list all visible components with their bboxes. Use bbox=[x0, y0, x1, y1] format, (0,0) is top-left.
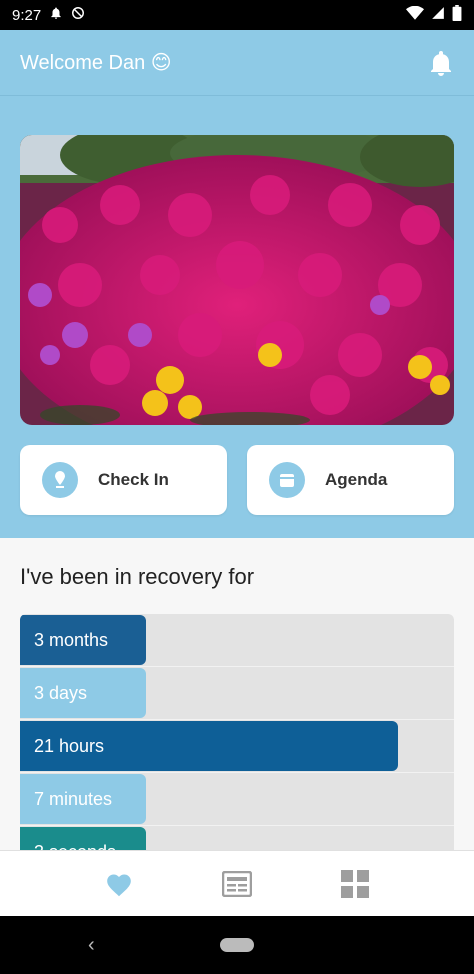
home-pill[interactable] bbox=[220, 938, 254, 952]
agenda-label: Agenda bbox=[325, 470, 388, 489]
system-nav-bar: ‹ bbox=[0, 916, 474, 974]
recovery-bar-row: 7 minutes bbox=[20, 773, 454, 826]
check-in-label: Check In bbox=[98, 470, 169, 489]
bell-icon[interactable] bbox=[428, 50, 454, 76]
recovery-bar-row: 3 days bbox=[20, 667, 454, 720]
signal-icon bbox=[430, 6, 446, 24]
recovery-bar-label: 3 days bbox=[34, 683, 88, 703]
wifi-icon bbox=[406, 5, 424, 24]
calendar-icon bbox=[269, 462, 305, 498]
nav-grid-icon[interactable] bbox=[335, 864, 375, 904]
recovery-bar-label: 7 minutes bbox=[34, 789, 113, 809]
notification-icon bbox=[49, 6, 63, 24]
nav-heart-icon[interactable] bbox=[99, 864, 139, 904]
recovery-bars: 3 months 3 days 21 hours 7 minutes 3 seconds bbox=[20, 614, 454, 850]
status-time: 9:27 bbox=[12, 6, 42, 24]
recovery-bar-row: 3 months bbox=[20, 614, 454, 667]
nav-news-icon[interactable] bbox=[217, 864, 257, 904]
welcome-text: Welcome Dan 😊 bbox=[20, 52, 172, 74]
top-area: Welcome Dan 😊 Check In Agenda bbox=[0, 30, 474, 538]
back-icon[interactable]: ‹ bbox=[88, 934, 95, 957]
recovery-bar-label: 21 hours bbox=[34, 736, 105, 756]
recovery-bar-row: 3 seconds bbox=[20, 826, 454, 850]
action-row: Check In Agenda bbox=[20, 445, 454, 515]
recovery-bar-label: 3 seconds bbox=[34, 826, 116, 850]
recovery-title: I've been in recovery for bbox=[20, 564, 255, 589]
bottom-nav bbox=[0, 850, 474, 916]
dnd-icon bbox=[71, 6, 85, 24]
app-header: Welcome Dan 😊 bbox=[0, 30, 474, 96]
pin-icon bbox=[42, 462, 78, 498]
check-in-button[interactable]: Check In bbox=[20, 445, 227, 515]
recovery-bar-row: 21 hours bbox=[20, 720, 454, 773]
hero-image bbox=[20, 135, 454, 425]
battery-icon bbox=[452, 5, 462, 25]
recovery-section: I've been in recovery for 3 months 3 days… bbox=[0, 538, 474, 850]
agenda-button[interactable]: Agenda bbox=[247, 445, 454, 515]
recovery-bar-label: 3 months bbox=[34, 630, 109, 650]
status-bar: 9:27 bbox=[0, 0, 474, 30]
